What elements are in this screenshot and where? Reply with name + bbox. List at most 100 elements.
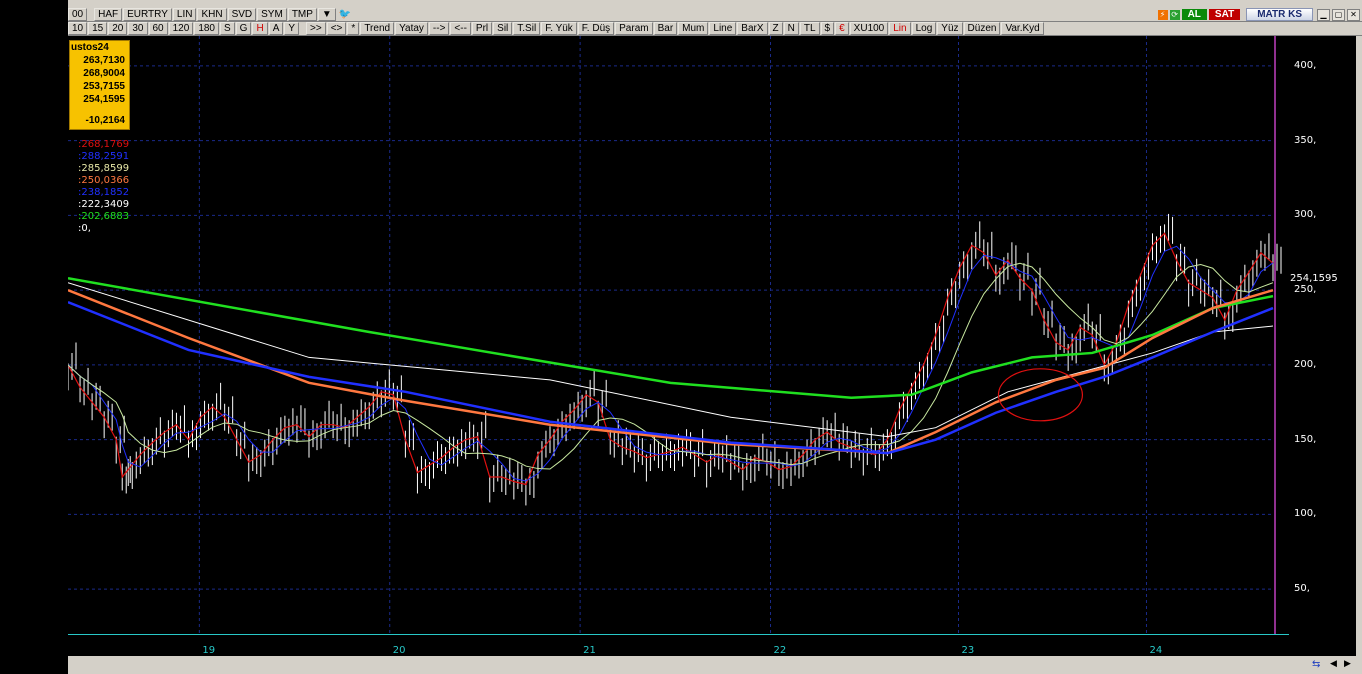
toolbar-right-group: ⚡ ⟳ AL SAT MATR KS ▁ ▢ ✕ — [1157, 8, 1362, 21]
minimize-icon[interactable]: ▁ — [1317, 8, 1330, 21]
tool-button-21[interactable]: € — [835, 22, 849, 35]
period-button-h[interactable]: H — [252, 22, 268, 35]
toolbar-row-1: 00 HAF EURTRY LIN KHN SVD SYM TMP ▼ 🐦 ⚡ ⟳ AL SAT … — [68, 8, 1362, 22]
x-tick-label: 23 — [961, 645, 975, 656]
toolbar-button-svd[interactable]: SVD — [227, 8, 257, 21]
tool-button-13[interactable]: Bar — [653, 22, 678, 35]
period-button-20[interactable]: 20 — [108, 22, 128, 35]
info-low: 253,7155 — [83, 81, 125, 92]
tool-button-2[interactable]: * — [347, 22, 360, 35]
indicator-value: :222,3409 — [78, 199, 130, 210]
matriks-logo: MATR KS — [1246, 8, 1313, 21]
tool-button-1[interactable]: <> — [326, 22, 347, 35]
y-tick-label: 350, — [1294, 134, 1317, 146]
maximize-icon[interactable]: ▢ — [1332, 8, 1345, 21]
left-panel — [0, 0, 68, 674]
indicator-value: :285,8599 — [78, 163, 130, 174]
period-button-180[interactable]: 180 — [194, 22, 219, 35]
period-button-15[interactable]: 15 — [88, 22, 108, 35]
toolbar-button-khn[interactable]: KHN — [197, 8, 227, 21]
y-tick-label: 100, — [1294, 508, 1317, 520]
period-button-30[interactable]: 30 — [128, 22, 148, 35]
sync-icon[interactable]: ⇆ — [1312, 659, 1320, 670]
tool-button-16[interactable]: BarX — [737, 22, 768, 35]
period-button-10[interactable]: 10 — [68, 22, 88, 35]
toolbar-button-00[interactable]: 00 — [68, 8, 88, 21]
x-tick-label: 19 — [202, 645, 216, 656]
period-button-g[interactable]: G — [235, 22, 252, 35]
period-button-y[interactable]: Y — [284, 22, 300, 35]
tool-button-20[interactable]: $ — [820, 22, 835, 35]
refresh-icon[interactable]: ⟳ — [1169, 9, 1180, 20]
tool-button-15[interactable]: Line — [709, 22, 737, 35]
tool-button-17[interactable]: Z — [768, 22, 783, 35]
period-button-a[interactable]: A — [268, 22, 284, 35]
ma-line — [67, 288, 1274, 455]
lightning-icon[interactable]: ⚡ — [1157, 9, 1168, 20]
tool-button-24[interactable]: Log — [911, 22, 937, 35]
y-tick-label: 250, — [1294, 284, 1317, 296]
tool-button-22[interactable]: XU100 — [849, 22, 889, 35]
scroll-left-icon[interactable]: ◀ — [1330, 659, 1337, 669]
tool-button-11[interactable]: F. Düş — [577, 22, 615, 35]
y-axis: 254,1595 400, 350, 300, 250, 200, 150, 100, 50, — [1289, 36, 1356, 634]
highlight-ellipse — [997, 368, 1084, 422]
info-high: 268,9004 — [83, 68, 125, 79]
tool-button-23[interactable]: Lin — [889, 22, 911, 35]
indicator-value: :202,6883 — [78, 211, 130, 222]
toolbar-button-sym[interactable]: SYM — [257, 8, 287, 21]
tool-button-26[interactable]: Düzen — [963, 22, 1001, 35]
chart-area[interactable] — [67, 36, 1290, 634]
buy-button[interactable]: AL — [1181, 9, 1207, 20]
close-icon[interactable]: ✕ — [1347, 8, 1360, 21]
y-tick-label: 50, — [1294, 583, 1310, 595]
tool-button-3[interactable]: Trend — [360, 22, 395, 35]
tool-button-4[interactable]: Yatay — [395, 22, 428, 35]
right-strip — [1356, 36, 1362, 656]
tool-button-27[interactable]: Var.Kyd — [1001, 22, 1044, 35]
y-tick-label: 400, — [1294, 59, 1317, 71]
bottom-bar: ⇆ ◀ ▶ — [68, 656, 1362, 674]
x-tick-label: 24 — [1149, 645, 1163, 656]
x-tick-label: 20 — [392, 645, 406, 656]
toolbar-button-lin[interactable]: LIN — [172, 8, 197, 21]
period-button-60[interactable]: 60 — [148, 22, 168, 35]
scroll-right-icon[interactable]: ▶ — [1344, 659, 1351, 669]
y-tick-label: 200, — [1294, 358, 1317, 370]
toolbar-button-tmp[interactable]: TMP — [287, 8, 317, 21]
indicator-value: :250,0366 — [78, 175, 130, 186]
tool-button-12[interactable]: Param — [615, 22, 653, 35]
tool-button-14[interactable]: Mum — [678, 22, 709, 35]
indicator-value: :268,1769 — [78, 139, 130, 150]
tool-button-9[interactable]: T.Sil — [513, 22, 541, 35]
indicator-value: :0, — [78, 223, 91, 234]
tool-button-10[interactable]: F. Yük — [541, 22, 577, 35]
tool-button-7[interactable]: Prl — [471, 22, 493, 35]
y-tick-label: 150, — [1294, 433, 1317, 445]
tool-button-25[interactable]: Yüz — [937, 22, 963, 35]
tool-button-18[interactable]: N — [783, 22, 799, 35]
twitter-icon[interactable]: 🐦 — [337, 9, 353, 20]
toolbar-button-haf[interactable]: HAF — [94, 8, 123, 21]
tool-button-6[interactable]: <-- — [450, 22, 471, 35]
info-change: -10,2164 — [85, 115, 125, 126]
period-button-s[interactable]: S — [220, 22, 235, 35]
ohlc-info-box: ustos24 263,7130 268,9004 253,7155 254,1… — [69, 40, 130, 130]
last-price-label: 254,1595 — [1290, 273, 1338, 284]
x-tick-label: 21 — [583, 645, 596, 656]
period-button-120[interactable]: 120 — [168, 22, 194, 35]
tool-button-8[interactable]: Sil — [493, 22, 513, 35]
title-strip — [68, 0, 1362, 8]
x-tick-label: 22 — [773, 645, 787, 656]
y-tick-label: 300, — [1294, 209, 1317, 221]
tool-button-0[interactable]: >> — [306, 22, 326, 35]
toolbar-button-eurtry[interactable]: EURTRY — [123, 8, 172, 21]
indicator-value: :288,2591 — [78, 151, 130, 162]
tool-button-19[interactable]: TL — [799, 22, 820, 35]
info-open: 263,7130 — [83, 55, 125, 66]
sell-button[interactable]: SAT — [1208, 9, 1241, 20]
x-axis: 19 20 21 22 23 24 — [68, 634, 1289, 657]
price-chart[interactable] — [67, 36, 1289, 634]
dropdown-icon[interactable]: ▼ — [317, 8, 336, 21]
tool-button-5[interactable]: --> — [428, 22, 450, 35]
